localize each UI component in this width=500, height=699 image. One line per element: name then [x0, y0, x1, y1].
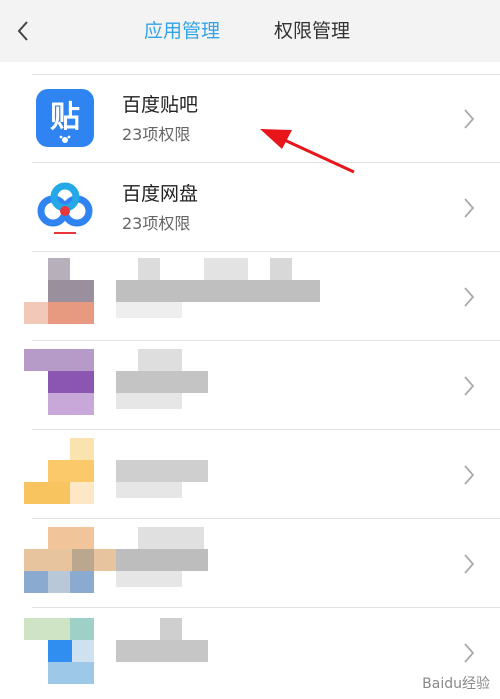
- app-row-pixelated[interactable]: [0, 430, 500, 519]
- app-row-tieba[interactable]: 贴 百度贴吧 23项权限: [0, 74, 500, 163]
- pixelated-icon: [24, 438, 94, 504]
- app-row-netdisk[interactable]: 百度网盘 23项权限: [0, 163, 500, 252]
- tieba-app-icon: 贴: [36, 89, 94, 147]
- app-permission-count: 23项权限: [122, 214, 191, 233]
- app-row-pixelated[interactable]: [0, 519, 500, 608]
- app-row-pixelated[interactable]: [0, 341, 500, 430]
- chevron-right-icon: [464, 554, 475, 574]
- pixelated-text: [116, 349, 208, 409]
- chevron-right-icon: [464, 643, 475, 663]
- pixelated-text: [116, 527, 208, 587]
- chevron-left-icon: [17, 21, 28, 41]
- baidu-netdisk-app-icon: [37, 182, 93, 234]
- chevron-right-icon: [464, 465, 475, 485]
- tab-app-management[interactable]: 应用管理: [144, 17, 220, 45]
- watermark: Baidu经验: [422, 676, 490, 692]
- pixelated-icon: [24, 258, 94, 324]
- pixelated-text: [116, 438, 208, 498]
- pixelated-icon: [24, 349, 94, 415]
- pixelated-text: [116, 618, 208, 674]
- app-name: 百度网盘: [122, 183, 199, 205]
- pixelated-text: [116, 258, 320, 318]
- back-button[interactable]: [10, 14, 36, 48]
- tab-permission-management[interactable]: 权限管理: [274, 17, 350, 45]
- pixelated-icon: [24, 527, 116, 593]
- chevron-right-icon: [464, 287, 475, 307]
- top-bar: 应用管理 权限管理: [0, 0, 500, 62]
- app-permission-count: 23项权限: [122, 125, 191, 144]
- chevron-right-icon: [464, 376, 475, 396]
- chevron-right-icon: [464, 198, 475, 218]
- pixelated-icon: [24, 618, 94, 684]
- app-row-pixelated[interactable]: [0, 252, 500, 341]
- app-name: 百度贴吧: [122, 94, 199, 116]
- tieba-icon-glyph: 贴: [50, 100, 80, 135]
- chevron-right-icon: [464, 109, 475, 129]
